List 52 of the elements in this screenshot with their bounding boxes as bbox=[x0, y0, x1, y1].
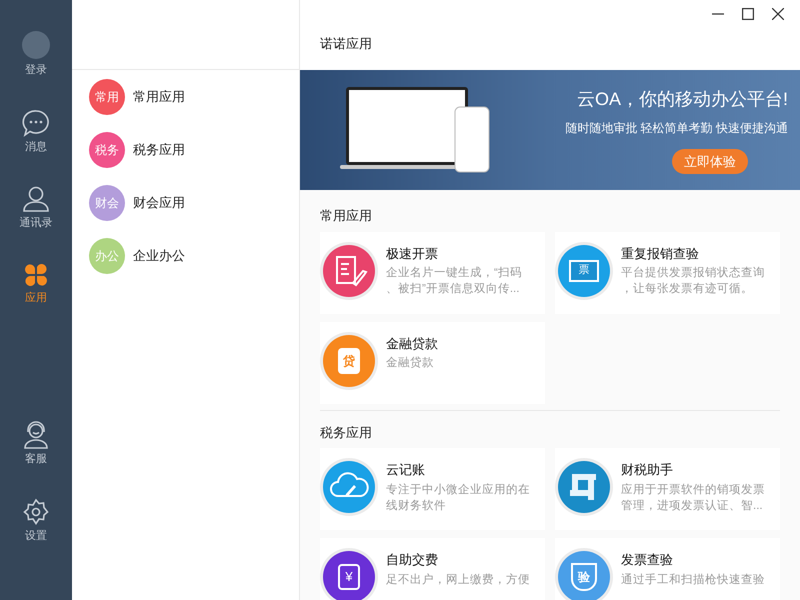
category-badge: 税务 bbox=[89, 132, 125, 168]
user-avatar-icon bbox=[21, 30, 51, 60]
four-petal-icon bbox=[23, 262, 49, 288]
category-item[interactable]: 财会 财会应用 bbox=[89, 185, 299, 221]
sidebar-item[interactable]: 登录 bbox=[21, 30, 51, 78]
app-card[interactable]: 贷 金融贷款 金融贷款 bbox=[320, 322, 545, 404]
chat-bubble-icon bbox=[22, 108, 50, 136]
settings-icon bbox=[22, 498, 50, 526]
section-title: 常用应用 bbox=[320, 207, 372, 225]
loan-glyph: 贷 bbox=[338, 348, 360, 374]
app-description: 企业名片一键生成，“扫码 、被扫”开票信息双向传... bbox=[386, 266, 522, 297]
sidebar-item[interactable]: 设置 bbox=[22, 498, 50, 544]
category-item[interactable]: 常用 常用应用 bbox=[89, 79, 299, 115]
banner-subline: 随时随地审批 轻松简单考勤 快速便捷沟通 bbox=[565, 120, 788, 137]
person-icon bbox=[22, 185, 50, 213]
maximize-icon[interactable] bbox=[742, 8, 754, 20]
app-description: 金融贷款 bbox=[386, 356, 434, 371]
app-card[interactable]: 票 重复报销查验 平台提供发票报销状态查询 ，让每张发票有迹可循。 bbox=[555, 232, 780, 314]
app-name: 重复报销查验 bbox=[621, 244, 699, 262]
sidebar-item[interactable]: 客服 bbox=[22, 421, 50, 468]
app-card[interactable]: 财税助手 应用于开票软件的销项发票 管理，进项发票认证、智... bbox=[555, 448, 780, 530]
category-item[interactable]: 税务 税务应用 bbox=[89, 132, 299, 168]
close-icon[interactable] bbox=[772, 8, 784, 20]
category-badge: 财会 bbox=[89, 185, 125, 221]
app-name: 财税助手 bbox=[621, 461, 673, 479]
shield-glyph: 验 bbox=[571, 563, 597, 591]
category-item[interactable]: 办公 企业办公 bbox=[89, 238, 299, 274]
headset-person-icon bbox=[22, 421, 50, 449]
sidebar-item[interactable]: 消息 bbox=[22, 108, 50, 155]
app-name: 极速开票 bbox=[386, 244, 438, 262]
app-name: 发票查验 bbox=[621, 551, 673, 569]
app-card[interactable]: 极速开票 企业名片一键生成，“扫码 、被扫”开票信息双向传... bbox=[320, 232, 545, 314]
yen-glyph: ¥ bbox=[338, 564, 360, 590]
section-title: 税务应用 bbox=[320, 424, 372, 442]
app-card[interactable]: 验 发票查验 通过手工和扫描枪快速查验 bbox=[555, 538, 780, 600]
page-title: 诺诺应用 bbox=[320, 35, 372, 53]
app-name: 自助交费 bbox=[386, 551, 438, 569]
ticket-glyph: 票 bbox=[569, 260, 599, 282]
app-name: 云记账 bbox=[386, 461, 425, 479]
category-badge: 办公 bbox=[89, 238, 125, 274]
sidebar-item[interactable]: 应用 bbox=[23, 262, 49, 306]
app-description: 应用于开票软件的销项发票 管理，进项发票认证、智... bbox=[621, 482, 765, 514]
app-description: 足不出户，网上缴费，方便 bbox=[386, 572, 530, 588]
app-card[interactable]: 云记账 专注于中小微企业应用的在 线财务软件 bbox=[320, 448, 545, 530]
banner-headline: 云OA，你的移动办公平台! bbox=[576, 88, 788, 111]
sidebar-item[interactable]: 通讯录 bbox=[20, 185, 52, 232]
app-description: 通过手工和扫描枪快速查验 bbox=[621, 572, 765, 588]
app-name: 金融贷款 bbox=[386, 334, 438, 352]
category-badge: 常用 bbox=[89, 79, 125, 115]
app-description: 专注于中小微企业应用的在 线财务软件 bbox=[386, 482, 530, 514]
app-card[interactable]: ¥ 自助交费 足不出户，网上缴费，方便 bbox=[320, 538, 545, 600]
app-description: 平台提供发票报销状态查询 ，让每张发票有迹可循。 bbox=[621, 266, 765, 297]
